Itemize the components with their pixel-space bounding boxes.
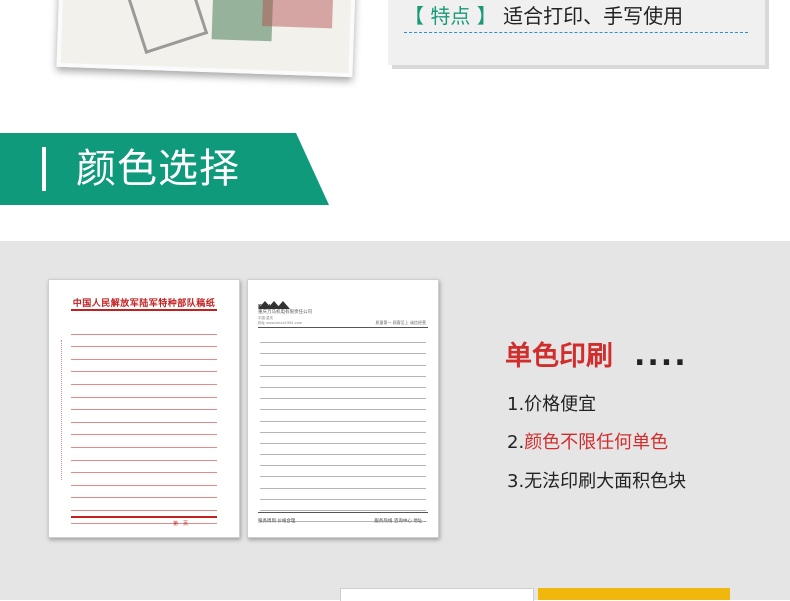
gray-lined-paper-sample: KEIVA 重庆万马机电有限责任公司 中国·重庆 网址 www.keiva198… (247, 279, 439, 538)
point-text: 颜色不限任何单色 (524, 432, 669, 453)
section-header: 颜色选择 (0, 133, 329, 205)
ruled-lines (71, 322, 217, 524)
footer-left-text: 服务周到 价格合理 (258, 519, 296, 524)
feature-text: 【 特点 】 适合打印、手写使用 (404, 0, 683, 29)
feature-description: 适合打印、手写使用 (503, 4, 684, 28)
top-rule (258, 327, 428, 328)
footer-right-text: 服务热线 咨询中心 地址 ... (374, 519, 428, 524)
dashed-divider (404, 32, 748, 33)
mono-print-title: 单色印刷 (505, 341, 613, 372)
point-price: 1.价格便宜 (507, 394, 597, 415)
red-lined-paper-sample: 中国人民解放军陆军特种部队稿纸 第 页 (48, 279, 240, 538)
company-website: 网址 www.keiva1981.com (258, 321, 303, 325)
point-number: 2. (507, 432, 525, 453)
ellipsis-dots: .... (634, 338, 688, 373)
top-section: 【 特点 】 适合打印、手写使用 (0, 0, 790, 95)
page-number-label: 第 页 (173, 521, 189, 527)
ruled-lines (260, 332, 426, 523)
header-bar (42, 147, 46, 191)
next-sample-white (340, 588, 534, 601)
company-name: 重庆万马机电有限责任公司 (258, 310, 312, 315)
next-sample-yellow (538, 588, 730, 600)
paper-title: 中国人民解放军陆军特种部队稿纸 (72, 299, 216, 309)
section-title: 颜色选择 (76, 146, 240, 192)
company-slogan: 质量第一 顾客至上 诚信经营 (375, 320, 426, 325)
product-photo (56, 0, 356, 78)
bottom-rule (71, 516, 217, 518)
color-options-panel: 中国人民解放军陆军特种部队稿纸 第 页 KEIVA 重庆万马机电有限责任公司 中… (0, 241, 790, 600)
feature-card: 【 特点 】 适合打印、手写使用 (388, 0, 765, 65)
top-rule (71, 309, 217, 311)
photo-detail (262, 0, 334, 29)
bottom-rule (258, 512, 428, 513)
photo-detail (122, 0, 209, 54)
point-color: 2.颜色不限任何单色 (507, 431, 668, 455)
feature-tag: 【 特点 】 (404, 4, 497, 28)
binding-margin (61, 340, 66, 480)
point-limitation: 3.无法印刷大面积色块 (507, 471, 687, 492)
